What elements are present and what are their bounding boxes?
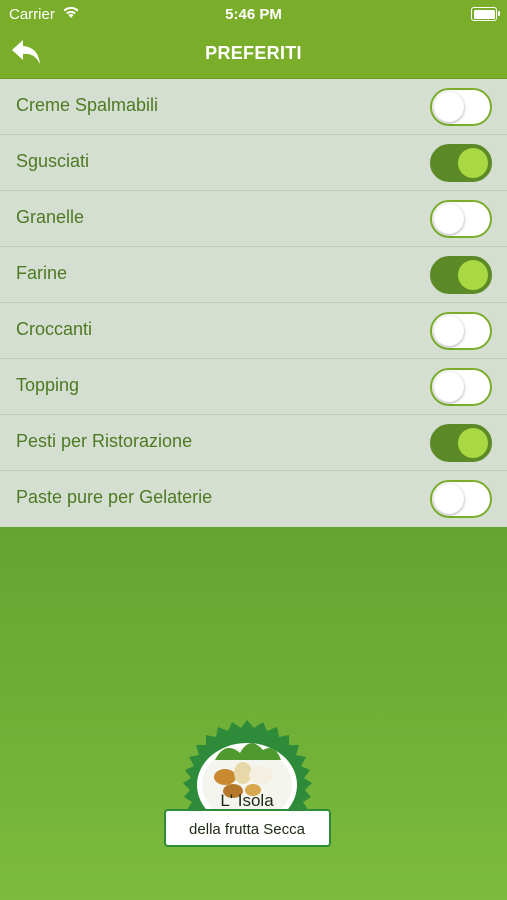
battery-icon — [471, 7, 500, 21]
toggle-switch[interactable] — [430, 256, 492, 294]
navigation-bar: PREFERITI — [0, 30, 507, 79]
list-item-label: Sgusciati — [16, 151, 90, 171]
clock: 5:46 PM — [225, 6, 282, 23]
list-item-label: Farine — [16, 263, 68, 283]
list-item-label: Topping — [16, 375, 80, 395]
list-item: Farine — [0, 247, 507, 303]
logo-text-line1: L' Isola — [220, 791, 274, 810]
toggle-switch[interactable] — [430, 312, 492, 350]
status-bar: Carrier 5:46 PM — [0, 0, 507, 30]
list-item-label: Croccanti — [16, 319, 93, 339]
page-title: PREFERITI — [205, 43, 302, 63]
list-item: Granelle — [0, 191, 507, 247]
list-item-label: Paste pure per Gelaterie — [16, 487, 213, 507]
toggle-knob — [434, 92, 464, 122]
list-item: Topping — [0, 359, 507, 415]
toggle-knob — [458, 428, 488, 458]
toggle-switch[interactable] — [430, 424, 492, 462]
toggle-switch[interactable] — [430, 368, 492, 406]
list-item-label: Granelle — [16, 207, 85, 227]
toggle-knob — [434, 204, 464, 234]
toggle-knob — [434, 372, 464, 402]
toggle-knob — [434, 484, 464, 514]
toggle-switch[interactable] — [430, 200, 492, 238]
logo-text-line2: della frutta Secca — [189, 821, 306, 838]
toggle-knob — [458, 148, 488, 178]
toggle-switch[interactable] — [430, 144, 492, 182]
toggle-knob — [458, 260, 488, 290]
list-item-label: Creme Spalmabili — [16, 95, 159, 115]
toggle-switch[interactable] — [430, 88, 492, 126]
toggle-switch[interactable] — [430, 480, 492, 518]
preferences-list: Creme Spalmabili Sgusciati Granelle Farine C… — [0, 79, 507, 527]
list-item: Croccanti — [0, 303, 507, 359]
company-logo: L' Isola della frutta Secca — [164, 720, 331, 847]
toggle-knob — [434, 316, 464, 346]
list-item: Creme Spalmabili — [0, 79, 507, 135]
list-item: Sgusciati — [0, 135, 507, 191]
list-item: Paste pure per Gelaterie — [0, 471, 507, 527]
list-item-label: Pesti per Ristorazione — [16, 431, 193, 451]
list-item: Pesti per Ristorazione — [0, 415, 507, 471]
